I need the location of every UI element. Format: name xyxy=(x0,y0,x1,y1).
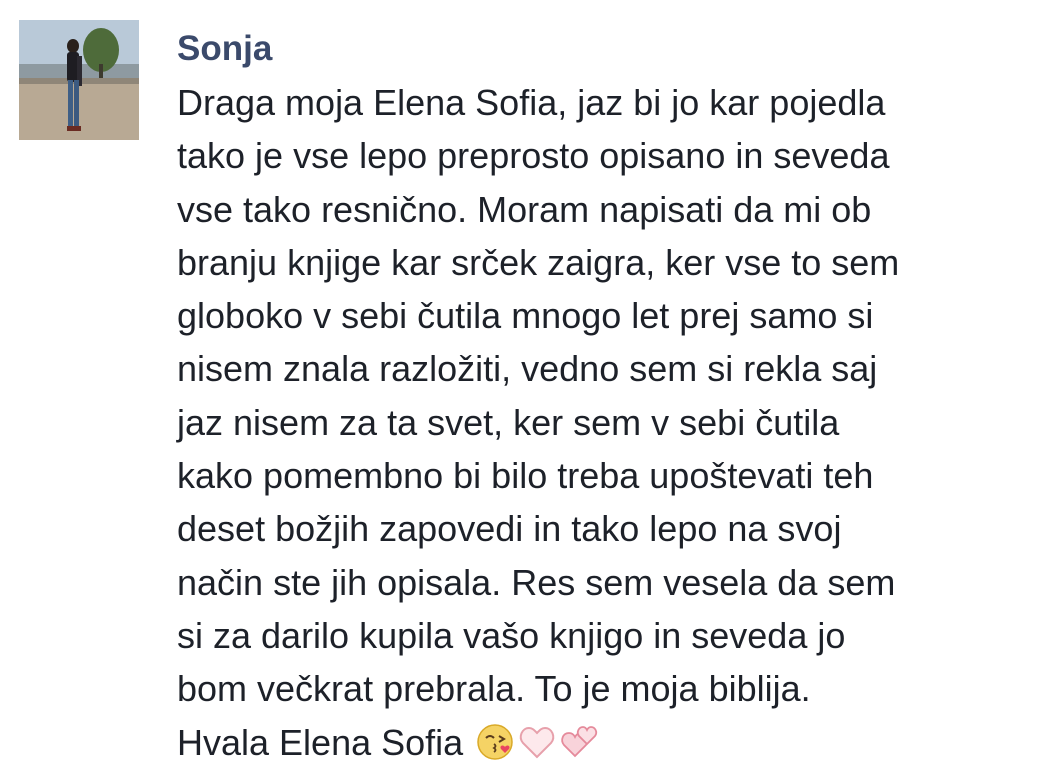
comment-line: bom večkrat prebrala. To je moja biblija… xyxy=(177,668,811,710)
comment-line: vse tako resnično. Moram napisati da mi … xyxy=(177,188,872,230)
white-heart-icon xyxy=(520,727,555,759)
comment-line: branju knjige kar srček zaigra, ker vse … xyxy=(177,241,900,283)
kissing-face-icon xyxy=(477,724,513,760)
comment-body: Draga moja Elena Sofia, jaz bi jo kar po… xyxy=(177,76,1037,769)
comment-line: deset božjih zapovedi in tako lepo na sv… xyxy=(177,508,842,550)
comment-line: globoko v sebi čutila mnogo let prej sam… xyxy=(177,295,874,337)
closing-text: Hvala Elena Sofia xyxy=(177,721,464,763)
two-hearts-icon xyxy=(561,726,598,758)
emoji-group xyxy=(475,722,599,762)
comment-line: Draga moja Elena Sofia, jaz bi jo kar po… xyxy=(177,82,886,123)
author-name[interactable]: Sonja xyxy=(177,26,1037,72)
avatar-image xyxy=(19,20,139,140)
comment-line: si za darilo kupila vašo knjigo in seved… xyxy=(177,614,846,656)
closing-line: Hvala Elena Sofia xyxy=(177,716,1037,769)
comment-line: kako pomembno bi bilo treba upoštevati t… xyxy=(177,455,874,497)
comment-line: nisem znala razložiti, vedno sem si rekl… xyxy=(177,348,878,390)
comment-line: tako je vse lepo preprosto opisano in se… xyxy=(177,135,890,177)
profile-photo-icon[interactable] xyxy=(19,20,139,140)
comment: Sonja Draga moja Elena Sofia, jaz bi jo … xyxy=(0,0,1050,783)
comment-line: jaz nisem za ta svet, ker sem v sebi čut… xyxy=(177,401,840,443)
comment-line: način ste jih opisala. Res sem vesela da… xyxy=(177,561,896,603)
comment-content: Sonja Draga moja Elena Sofia, jaz bi jo … xyxy=(177,26,1037,769)
